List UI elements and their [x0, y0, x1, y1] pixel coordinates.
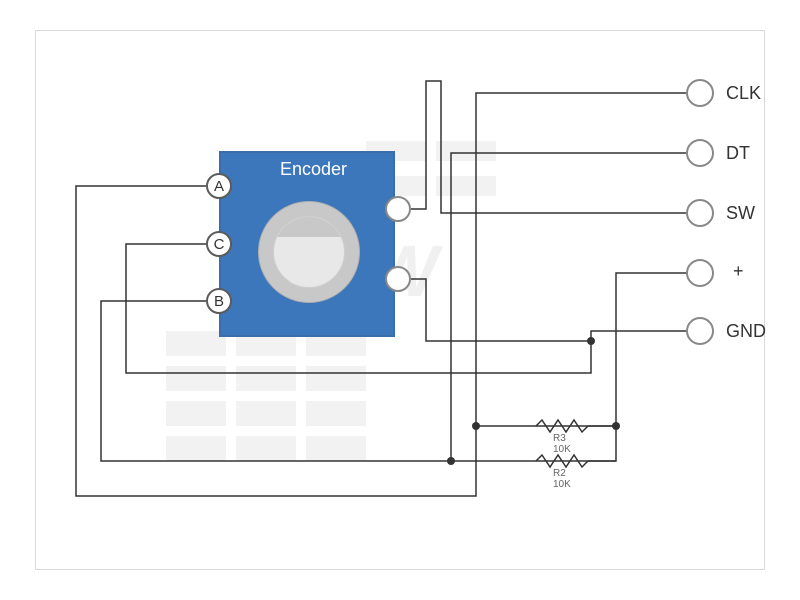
pin-a-label: A — [214, 178, 224, 195]
terminal-dt — [686, 139, 714, 167]
junction-dot — [587, 337, 595, 345]
pin-c: C — [206, 231, 232, 257]
junction-dot — [612, 422, 620, 430]
terminal-gnd — [686, 317, 714, 345]
pin-c-label: C — [214, 236, 225, 253]
pin-b-label: B — [214, 293, 224, 310]
terminal-sw-label: SW — [726, 203, 755, 224]
pin-a: A — [206, 173, 232, 199]
wiring-svg — [36, 31, 766, 571]
resistor-r3-label: R3 10K — [553, 433, 571, 455]
wire-sw-to-sw — [411, 81, 686, 213]
r2-value: 10K — [553, 479, 571, 490]
terminal-gnd-label: GND — [726, 321, 766, 342]
terminal-vcc-label: + — [733, 261, 744, 282]
wire-swgnd-to-gnd — [411, 279, 591, 341]
r3-ref: R3 — [553, 433, 566, 444]
terminal-vcc — [686, 259, 714, 287]
encoder-label: Encoder — [280, 159, 347, 180]
junction-dot — [447, 457, 455, 465]
diagram-frame: HW — [35, 30, 765, 570]
terminal-clk — [686, 79, 714, 107]
r2-ref: R2 — [553, 468, 566, 479]
resistor-r2-label: R2 10K — [553, 468, 571, 490]
encoder-shaft-inner — [273, 216, 345, 288]
terminal-sw — [686, 199, 714, 227]
r3-value: 10K — [553, 444, 571, 455]
encoder-shaft-flat — [274, 217, 344, 237]
pin-sw-upper — [385, 196, 411, 222]
terminal-dt-label: DT — [726, 143, 750, 164]
wire-r3-to-vcc — [476, 273, 696, 426]
terminal-clk-label: CLK — [726, 83, 761, 104]
pin-sw-lower — [385, 266, 411, 292]
pin-b: B — [206, 288, 232, 314]
junction-dot — [472, 422, 480, 430]
